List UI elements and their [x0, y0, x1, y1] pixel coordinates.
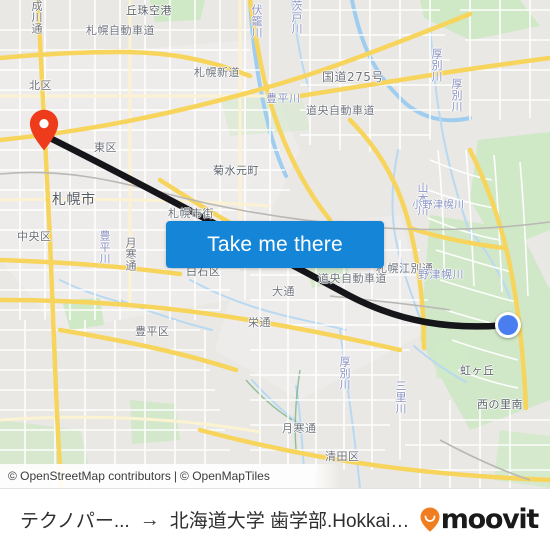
- moovit-wordmark: moovit: [440, 504, 540, 535]
- destination-name-label: 北海道大学 歯学部.Hokkaido Univer...: [169, 511, 410, 532]
- moovit-pin-icon: [420, 507, 440, 532]
- bottom-bar: テクノパー... → 北海道大学 歯学部.Hokkaido Univer... …: [0, 488, 550, 550]
- origin-name-label: テクノパー...: [20, 511, 130, 532]
- arrow-right-icon: →: [139, 508, 160, 531]
- map-canvas[interactable]: 丘珠空港 成川通 札幌自動車道 伏籠川 茨戸川 国道275号 札幌新道 豊平川 道央自動車道 厚別…: [0, 0, 550, 488]
- take-me-there-button[interactable]: Take me there: [166, 221, 384, 268]
- moovit-map-screen: 丘珠空港 成川通 札幌自動車道 伏籠川 茨戸川 国道275号 札幌新道 豊平川 道央自動車道 厚別…: [0, 0, 550, 550]
- route-summary[interactable]: テクノパー... → 北海道大学 歯学部.Hokkaido Univer...: [20, 506, 410, 533]
- destination-dot: [495, 312, 521, 338]
- destination-dot-core: [498, 315, 518, 335]
- moovit-logo[interactable]: moovit: [420, 504, 540, 535]
